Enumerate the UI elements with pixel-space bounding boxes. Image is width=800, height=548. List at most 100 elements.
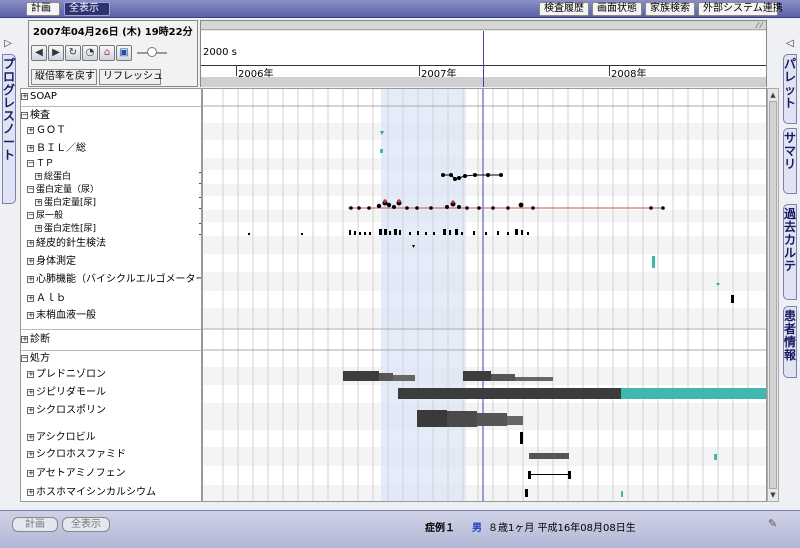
- tree-label: ＧＯＴ: [36, 125, 66, 136]
- refresh-button[interactable]: リフレッシュ: [99, 69, 163, 85]
- back-arrow-icon[interactable]: ◀: [31, 45, 47, 61]
- tree-label: SOAP: [30, 91, 57, 102]
- collapse-icon[interactable]: −: [27, 212, 34, 219]
- tree-row-keihi[interactable]: + 経皮的針生検法: [21, 236, 201, 251]
- tree-label: 検査: [30, 110, 50, 121]
- plan-button[interactable]: 計画: [26, 2, 60, 16]
- tree-row-bil[interactable]: + ＢＩＬ／総: [21, 141, 201, 156]
- tree-label: ホスホマイシンカルシウム: [36, 487, 156, 498]
- expand-icon[interactable]: +: [21, 92, 28, 100]
- expand-icon[interactable]: +: [21, 335, 28, 343]
- home-icon[interactable]: ⌂: [99, 45, 115, 61]
- external-system-button[interactable]: 外部システム連携: [698, 2, 783, 16]
- dipyridamole-bars: [398, 388, 766, 399]
- forward-arrow-icon[interactable]: ▶: [48, 45, 64, 61]
- expand-icon[interactable]: +: [27, 488, 34, 496]
- tab-patient-info[interactable]: 患者情報: [783, 306, 797, 378]
- timeline-plot[interactable]: [202, 88, 767, 502]
- patient-sex: 男: [472, 523, 482, 534]
- expand-icon[interactable]: +: [35, 199, 42, 206]
- tab-past-records[interactable]: 過去カルテ: [783, 204, 797, 300]
- expand-icon[interactable]: +: [27, 311, 34, 319]
- tree-row-drug[interactable]: + プレドニゾロン: [21, 367, 201, 382]
- tree-row-drug[interactable]: + ホスホマイシンカルシウム: [21, 485, 201, 500]
- vertical-scrollbar[interactable]: ▲ ▼: [767, 88, 779, 502]
- tree-label: Ａｌｂ: [36, 293, 66, 304]
- tree-row-drug[interactable]: + シクロスポリン: [21, 403, 201, 418]
- zoom-slider-handle[interactable]: [147, 47, 157, 57]
- tree-label: シクロホスファミド: [36, 449, 126, 460]
- header-resize-icon[interactable]: ⁄ ⁄: [757, 21, 762, 30]
- save-icon[interactable]: ▣: [116, 45, 132, 61]
- tree-label: 身体測定: [36, 256, 76, 267]
- expand-icon[interactable]: +: [27, 144, 34, 152]
- expand-icon[interactable]: +: [27, 433, 34, 441]
- collapse-left-icon[interactable]: ▷: [2, 38, 14, 50]
- expand-icon[interactable]: +: [27, 126, 34, 134]
- tree-row-kensa[interactable]: − 検査: [21, 108, 201, 123]
- tree-row-soutanpaku[interactable]: + 総蛋白: [21, 171, 201, 183]
- plan-button-bottom[interactable]: 計画: [12, 517, 58, 532]
- tree-row-tp[interactable]: − ＴＰ: [21, 158, 201, 170]
- collapse-icon[interactable]: −: [27, 186, 34, 193]
- tree-row-tanpaku-nyo[interactable]: − 蛋白定量（尿）: [21, 184, 201, 196]
- tree-row-tanpaku-teiryo[interactable]: + 蛋白定量[尿]: [21, 197, 201, 209]
- screen-state-button[interactable]: 画面状態: [592, 2, 642, 16]
- tree-row-drug[interactable]: + アセトアミノフェン: [21, 466, 201, 481]
- tree-row-tanpaku-teisei[interactable]: + 蛋白定性[尿]: [21, 223, 201, 235]
- exam-history-button[interactable]: 検査履歴: [539, 2, 589, 16]
- show-all-button[interactable]: 全表示: [64, 2, 110, 16]
- collapse-icon[interactable]: −: [27, 160, 34, 167]
- family-search-button[interactable]: 家族検索: [645, 2, 695, 16]
- tree-label: 蛋白定性[尿]: [44, 224, 97, 234]
- timeline-header: ⁄ ⁄ 2000 s 2006年 2007年 2008年: [200, 20, 767, 87]
- tree-label: 蛋白定量（尿）: [36, 185, 100, 195]
- tree-row-soap[interactable]: + SOAP: [21, 89, 201, 104]
- tree-label: 末梢血液一般: [36, 310, 96, 321]
- scroll-up-icon[interactable]: ▲: [768, 89, 778, 101]
- patient-age-birth: ８歳1ヶ月 平成16年08月08日生: [488, 523, 636, 534]
- show-all-button-bottom[interactable]: 全表示: [62, 517, 110, 532]
- expand-icon[interactable]: +: [27, 469, 34, 477]
- tree-row-drug[interactable]: + シクロホスファミド: [21, 447, 201, 462]
- refresh-icon[interactable]: ↻: [65, 45, 81, 61]
- expand-icon[interactable]: +: [27, 450, 34, 458]
- expand-icon[interactable]: +: [27, 239, 34, 247]
- expand-icon[interactable]: +: [35, 173, 42, 180]
- expand-icon[interactable]: +: [27, 370, 34, 378]
- tree-row-masho[interactable]: + 末梢血液一般: [21, 308, 201, 323]
- reset-zoom-button[interactable]: 縦倍率を戻す: [31, 69, 97, 85]
- tree-row-drug[interactable]: + アシクロビル: [21, 430, 201, 445]
- expand-icon[interactable]: +: [27, 275, 34, 283]
- collapse-icon[interactable]: −: [21, 111, 28, 119]
- scroll-down-icon[interactable]: ▼: [768, 489, 778, 501]
- tree-row-shindan[interactable]: + 診断: [21, 332, 201, 347]
- scroll-thumb[interactable]: [769, 101, 777, 489]
- expand-icon[interactable]: +: [27, 388, 34, 396]
- expand-icon[interactable]: +: [27, 257, 34, 265]
- clock-icon[interactable]: ◔: [82, 45, 98, 61]
- tree-row-nyo-ippan[interactable]: − 尿一般: [21, 210, 201, 222]
- tab-summary[interactable]: サマリ: [783, 128, 797, 194]
- tree-row-alb[interactable]: + Ａｌｂ: [21, 291, 201, 306]
- tree-row-got[interactable]: + ＧＯＴ: [21, 123, 201, 138]
- tree-label: 経皮的針生検法: [36, 238, 106, 249]
- acyclovir-bar: [520, 432, 523, 444]
- expand-icon[interactable]: +: [35, 225, 42, 232]
- year-tick: [609, 66, 610, 76]
- expand-icon[interactable]: +: [27, 406, 34, 414]
- tree-label: プレドニゾロン: [36, 369, 106, 380]
- expand-icon[interactable]: +: [27, 294, 34, 302]
- tree-row-shoho[interactable]: − 処方: [21, 351, 201, 366]
- pin-icon[interactable]: ✎: [768, 517, 777, 530]
- patient-label: 症例１: [425, 523, 455, 534]
- tab-palette[interactable]: パレット: [783, 54, 797, 124]
- tree-row-shinpai[interactable]: + 心肺機能（バイシクルエルゴメーター）: [21, 272, 201, 287]
- tree-row-shintai[interactable]: + 身体測定: [21, 254, 201, 269]
- collapse-right-icon[interactable]: ◁: [784, 38, 796, 50]
- tree-row-drug[interactable]: + ジピリダモール: [21, 385, 201, 400]
- tab-progress-note[interactable]: プログレスノート: [2, 54, 16, 204]
- body-measurement-marker: [652, 256, 655, 268]
- tree-label: 尿一般: [36, 211, 64, 221]
- collapse-icon[interactable]: −: [21, 354, 28, 362]
